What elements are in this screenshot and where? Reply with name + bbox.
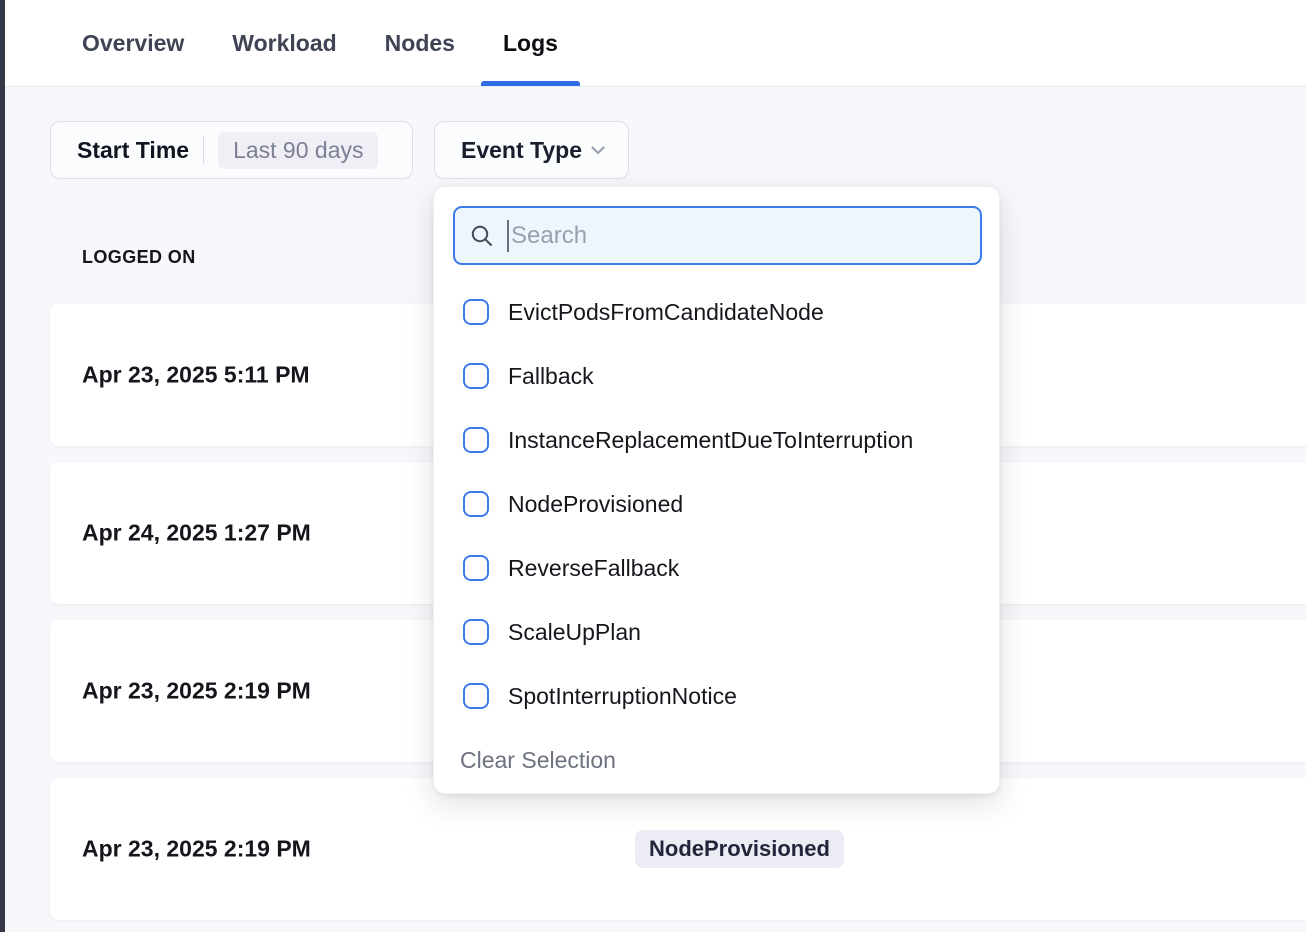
option-spotinterruptionnotice[interactable]: SpotInterruptionNotice: [434, 664, 999, 728]
table-row[interactable]: Apr 23, 2025 2:19 PM NodeProvisioned: [50, 778, 1306, 920]
tab-workload[interactable]: Workload: [232, 0, 336, 86]
option-label: InstanceReplacementDueToInterruption: [508, 427, 913, 454]
search-input[interactable]: [511, 222, 966, 250]
checkbox-unchecked[interactable]: [463, 683, 489, 709]
search-icon: [469, 223, 495, 249]
divider: [203, 136, 204, 164]
checkbox-unchecked[interactable]: [463, 299, 489, 325]
tab-overview[interactable]: Overview: [82, 0, 184, 86]
event-type-options: EvictPodsFromCandidateNode Fallback Inst…: [434, 280, 999, 728]
tab-bar: Overview Workload Nodes Logs: [5, 0, 1306, 87]
clear-selection-link[interactable]: Clear Selection: [460, 747, 616, 774]
event-type-filter-button[interactable]: Event Type: [434, 121, 629, 179]
checkbox-unchecked[interactable]: [463, 555, 489, 581]
dropdown-search-box[interactable]: [453, 206, 982, 265]
option-label: Fallback: [508, 363, 594, 390]
option-fallback[interactable]: Fallback: [434, 344, 999, 408]
option-label: SpotInterruptionNotice: [508, 683, 737, 710]
text-caret: [507, 220, 509, 252]
tab-logs[interactable]: Logs: [503, 0, 558, 86]
sidebar-edge-strip: [0, 0, 5, 932]
checkbox-unchecked[interactable]: [463, 619, 489, 645]
option-label: NodeProvisioned: [508, 491, 683, 518]
option-scaleupplan[interactable]: ScaleUpPlan: [434, 600, 999, 664]
option-reversefallback[interactable]: ReverseFallback: [434, 536, 999, 600]
logged-on-value: Apr 23, 2025 5:11 PM: [82, 362, 310, 389]
tab-nodes[interactable]: Nodes: [385, 0, 455, 86]
option-nodeprovisioned[interactable]: NodeProvisioned: [434, 472, 999, 536]
option-label: ScaleUpPlan: [508, 619, 641, 646]
start-time-value-pill: Last 90 days: [218, 132, 378, 169]
event-type-dropdown: EvictPodsFromCandidateNode Fallback Inst…: [433, 186, 1000, 794]
column-header-logged-on: LOGGED ON: [82, 247, 196, 268]
checkbox-unchecked[interactable]: [463, 363, 489, 389]
logged-on-value: Apr 24, 2025 1:27 PM: [82, 520, 311, 547]
tabs-nav: Overview Workload Nodes Logs: [82, 0, 558, 86]
start-time-label: Start Time: [77, 137, 189, 164]
event-type-badge: NodeProvisioned: [635, 830, 844, 868]
option-instancereplacementduetointerruption[interactable]: InstanceReplacementDueToInterruption: [434, 408, 999, 472]
logged-on-value: Apr 23, 2025 2:19 PM: [82, 678, 311, 705]
logged-on-value: Apr 23, 2025 2:19 PM: [82, 836, 311, 863]
checkbox-unchecked[interactable]: [463, 491, 489, 517]
start-time-filter-button[interactable]: Start Time Last 90 days: [50, 121, 413, 179]
chevron-down-icon: [588, 140, 608, 160]
option-label: EvictPodsFromCandidateNode: [508, 299, 824, 326]
option-evictpodsfromcandidatenode[interactable]: EvictPodsFromCandidateNode: [434, 280, 999, 344]
checkbox-unchecked[interactable]: [463, 427, 489, 453]
event-type-label: Event Type: [461, 137, 582, 164]
option-label: ReverseFallback: [508, 555, 679, 582]
